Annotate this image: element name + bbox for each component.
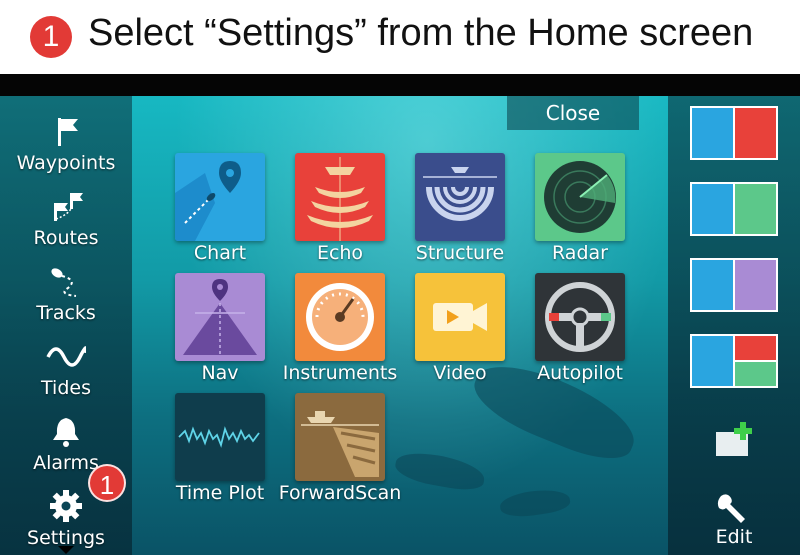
- app-label: Nav: [201, 362, 239, 384]
- app-label: Structure: [415, 242, 505, 264]
- favorites-panel: Edit: [668, 96, 800, 555]
- favorite-chart-echo[interactable]: [690, 106, 778, 160]
- app-label: Autopilot: [537, 362, 623, 384]
- echo-pane-thumbnail: [733, 108, 776, 158]
- tracks-icon: [51, 268, 77, 297]
- nav-pane-thumbnail: [733, 260, 776, 310]
- video-app-icon: [415, 273, 505, 361]
- gear-icon: [50, 490, 82, 522]
- sidebar-item-tides[interactable]: Tides: [0, 331, 132, 403]
- favorite-chart-radar[interactable]: [690, 182, 778, 236]
- home-screen: Waypoints Routes Tracks Tides Alarms Set…: [0, 96, 800, 555]
- app-instruments[interactable]: Instruments: [280, 273, 400, 393]
- app-video[interactable]: Video: [400, 273, 520, 393]
- add-page-icon: [716, 422, 752, 456]
- divider-bar: [0, 74, 800, 96]
- sidebar-item-label: Tides: [41, 377, 91, 399]
- forwardscan-app-icon: [295, 393, 385, 481]
- autopilot-app-icon: [535, 273, 625, 361]
- app-chart[interactable]: Chart: [160, 153, 280, 273]
- app-time-plot[interactable]: Time Plot: [160, 393, 280, 513]
- app-label: Chart: [193, 242, 247, 264]
- echo-radar-pane-thumbnail: [733, 336, 776, 386]
- app-label: Video: [433, 362, 487, 384]
- instruments-app-icon: [295, 273, 385, 361]
- app-forwardscan[interactable]: ForwardScan: [279, 393, 401, 513]
- chart-pane-thumbnail: [692, 108, 733, 158]
- step-number-badge: 1: [30, 16, 72, 58]
- app-nav[interactable]: Nav: [160, 273, 280, 393]
- app-label: Instruments: [282, 362, 398, 384]
- callout-badge: 1: [88, 464, 126, 502]
- sidebar-item-label: Waypoints: [16, 152, 116, 174]
- time-plot-app-icon: [175, 393, 265, 481]
- app-label: Time Plot: [175, 482, 265, 504]
- structure-app-icon: [415, 153, 505, 241]
- app-echo[interactable]: Echo: [280, 153, 400, 273]
- instruction-banner: 1 Select “Settings” from the Home screen: [0, 0, 800, 74]
- radar-pane-thumbnail: [733, 184, 776, 234]
- close-button[interactable]: Close: [507, 96, 639, 130]
- left-sidebar: Waypoints Routes Tracks Tides Alarms Set…: [0, 96, 132, 555]
- wrench-icon: [717, 494, 745, 523]
- tides-wave-icon: [46, 346, 86, 367]
- scroll-down-arrow-icon[interactable]: [58, 546, 74, 554]
- sidebar-item-routes[interactable]: Routes: [0, 181, 132, 253]
- sidebar-item-label: Routes: [33, 227, 99, 249]
- routes-flags-icon: [54, 193, 83, 221]
- chart-pane-thumbnail: [692, 260, 733, 310]
- app-label: ForwardScan: [278, 482, 402, 504]
- favorite-chart-echo-radar[interactable]: [690, 334, 778, 388]
- nav-app-icon: [175, 273, 265, 361]
- sidebar-item-tracks[interactable]: Tracks: [0, 256, 132, 328]
- app-label: Radar: [552, 242, 608, 264]
- app-structure[interactable]: Structure: [400, 153, 520, 273]
- chart-pane-thumbnail: [692, 184, 733, 234]
- add-page-button[interactable]: [668, 418, 800, 458]
- instruction-text: Select “Settings” from the Home screen: [88, 12, 754, 54]
- waypoint-flag-icon: [58, 118, 78, 146]
- chart-app-icon: [175, 153, 265, 241]
- sidebar-item-label: Tracks: [36, 302, 96, 324]
- edit-button[interactable]: Edit: [668, 492, 800, 552]
- app-label: Echo: [316, 242, 364, 264]
- sidebar-item-waypoints[interactable]: Waypoints: [0, 106, 132, 178]
- chart-pane-thumbnail: [692, 336, 733, 386]
- radar-app-icon: [535, 153, 625, 241]
- alarm-bell-icon: [53, 418, 79, 447]
- app-autopilot[interactable]: Autopilot: [520, 273, 640, 393]
- app-radar[interactable]: Radar: [520, 153, 640, 273]
- edit-label: Edit: [715, 526, 753, 548]
- favorite-chart-nav[interactable]: [690, 258, 778, 312]
- echo-app-icon: [295, 153, 385, 241]
